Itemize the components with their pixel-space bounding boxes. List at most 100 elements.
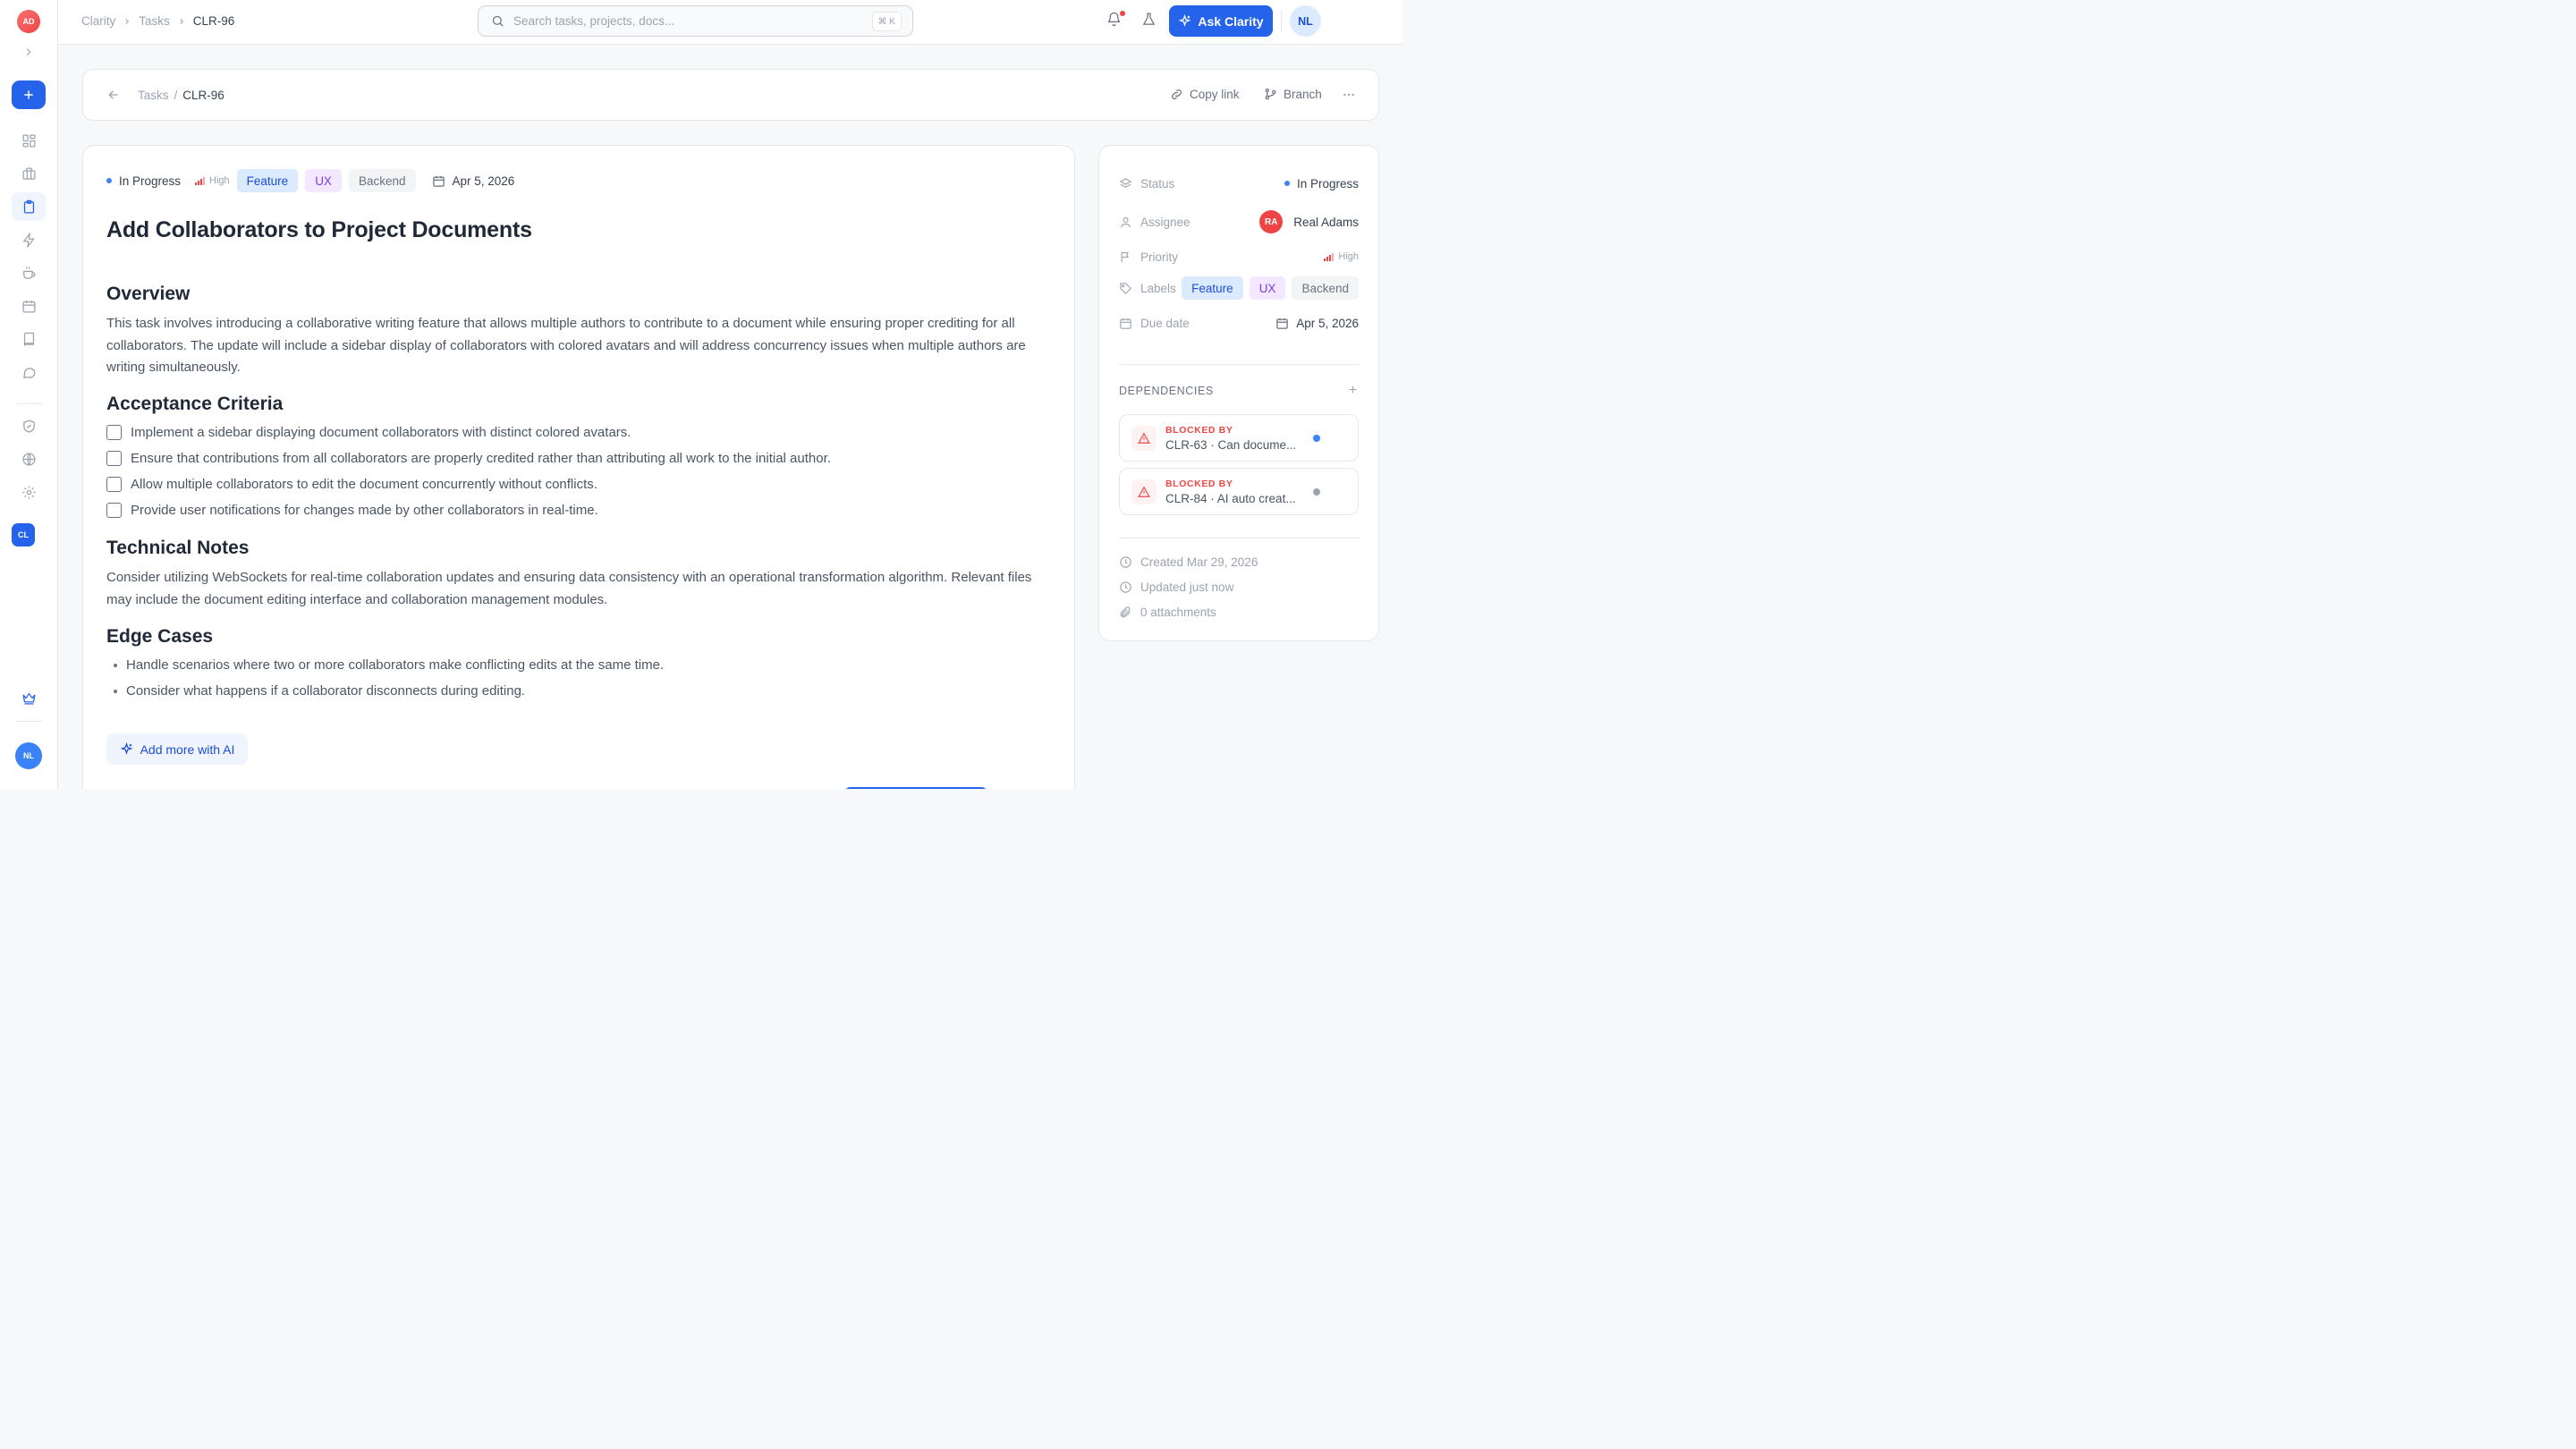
task-title[interactable]: Add Collaborators to Project Documents — [106, 217, 532, 243]
dependency-item[interactable]: BLOCKED BY CLR-63 · Can docume... — [1119, 414, 1359, 462]
user-avatar[interactable]: NL — [15, 742, 42, 769]
criteria-item: Allow multiple collaborators to edit the… — [106, 477, 597, 492]
due-date-label: Apr 5, 2026 — [452, 174, 515, 188]
app-logo[interactable]: AD — [17, 10, 40, 33]
updated-info: Updated just now — [1119, 580, 1233, 594]
overview-heading: Overview — [106, 284, 191, 304]
dependency-kind: BLOCKED BY — [1165, 478, 1233, 489]
chat-icon[interactable] — [12, 358, 46, 386]
attachments-info[interactable]: 0 attachments — [1119, 606, 1216, 619]
search-shortcut: ⌘ K — [871, 12, 902, 31]
status-property[interactable]: Status In Progress — [1119, 173, 1359, 194]
add-dependency-icon[interactable] — [1347, 384, 1359, 398]
criteria-checkbox[interactable] — [106, 477, 122, 492]
breadcrumb-item[interactable]: Clarity — [81, 14, 115, 28]
ask-clarity-button[interactable]: Ask Clarity — [1169, 5, 1273, 37]
status-property-label: Status — [1140, 176, 1175, 191]
assignee-property-label: Assignee — [1140, 215, 1191, 229]
search-bar[interactable]: ⌘ K — [478, 5, 913, 37]
clock-icon — [1120, 581, 1131, 593]
rail-divider — [16, 403, 42, 404]
breadcrumb-current: CLR-96 — [182, 89, 225, 102]
dependencies-header: DEPENDENCIES — [1119, 384, 1359, 398]
chevron-right-icon — [180, 18, 183, 24]
dependency-name: CLR-84 · AI auto creat... — [1165, 491, 1296, 505]
globe-icon[interactable] — [12, 445, 46, 473]
sparkle-icon — [120, 742, 133, 755]
tasks-icon[interactable] — [12, 192, 46, 221]
create-button[interactable] — [12, 80, 46, 109]
label-chip[interactable]: UX — [305, 169, 342, 192]
paperclip-icon — [1120, 606, 1131, 618]
clock-icon — [1120, 556, 1131, 568]
status-badge[interactable]: In Progress — [106, 174, 181, 188]
assignee-property[interactable]: Assignee RA Real Adams — [1119, 210, 1359, 233]
topbar-divider — [1281, 11, 1282, 32]
arrow-left-icon[interactable] — [106, 88, 121, 106]
priority-property-label: Priority — [1140, 250, 1179, 264]
assignee-avatar: RA — [1259, 210, 1284, 233]
calendar-icon — [432, 175, 445, 187]
breadcrumb-item[interactable]: Tasks — [138, 89, 169, 102]
warning-icon — [1131, 425, 1157, 451]
chevron-right-icon — [125, 18, 130, 24]
add-more-with-ai-button[interactable]: Add more with AI — [106, 733, 248, 765]
breadcrumb: Clarity Tasks CLR-96 — [81, 14, 234, 28]
bullet-icon — [114, 663, 117, 667]
more-icon[interactable] — [1342, 88, 1356, 102]
gear-icon[interactable] — [12, 478, 46, 506]
flag-icon — [1121, 251, 1129, 262]
criteria-checkbox[interactable] — [106, 425, 122, 440]
coffee-icon[interactable] — [12, 258, 46, 287]
priority-badge[interactable]: High — [195, 175, 230, 186]
labels-property[interactable]: Labels Feature UX Backend — [1119, 276, 1359, 300]
breadcrumb-item[interactable]: Tasks — [139, 14, 170, 28]
criteria-checkbox[interactable] — [106, 503, 122, 518]
crown-icon[interactable] — [12, 683, 46, 712]
breadcrumb-separator: / — [174, 89, 178, 102]
edge-case-item: Handle scenarios where two or more colla… — [114, 657, 664, 673]
updated-label: Updated just now — [1140, 580, 1234, 594]
notification-dot — [1120, 11, 1125, 16]
overview-text: This task involves introducing a collabo… — [106, 316, 1026, 375]
due-date-property-value: Apr 5, 2026 — [1296, 316, 1359, 330]
warning-icon — [1131, 479, 1157, 504]
workspace-badge[interactable]: CL — [12, 523, 35, 547]
edge-case-item: Consider what happens if a collaborator … — [114, 683, 525, 699]
status-dot — [106, 178, 112, 183]
copy-link-button[interactable]: Copy link — [1170, 88, 1240, 101]
automations-icon[interactable] — [12, 225, 46, 254]
criteria-checkbox[interactable] — [106, 451, 122, 466]
projects-icon[interactable] — [12, 159, 46, 188]
due-date[interactable]: Apr 5, 2026 — [432, 174, 515, 188]
git-branch-icon — [1265, 88, 1276, 100]
due-date-property[interactable]: Due date Apr 5, 2026 — [1119, 312, 1359, 334]
flask-icon[interactable] — [1141, 12, 1157, 31]
breadcrumb-current: CLR-96 — [192, 14, 235, 28]
copy-link-label: Copy link — [1190, 88, 1240, 101]
app-root: AD CL NL Clarity Tasks CLR-96 Search tas… — [0, 0, 1402, 789]
edge-cases-heading: Edge Cases — [106, 626, 214, 647]
properties-panel: Status In Progress Assignee RA Real Adam… — [1098, 145, 1379, 641]
search-input[interactable] — [513, 14, 853, 28]
rail-divider — [16, 721, 42, 722]
task-meta: In Progress High Feature UX Backend Apr … — [106, 169, 514, 192]
label-chip[interactable]: Feature — [236, 169, 299, 192]
primary-action-button[interactable] — [843, 787, 988, 789]
label-chip[interactable]: Backend — [1292, 276, 1359, 300]
expand-rail-icon[interactable] — [12, 38, 46, 66]
label-chip[interactable]: Feature — [1182, 276, 1243, 300]
branch-button[interactable]: Branch — [1264, 88, 1322, 101]
label-chip[interactable]: Backend — [348, 169, 416, 192]
label-chip[interactable]: UX — [1249, 276, 1286, 300]
calendar-icon[interactable] — [12, 292, 46, 320]
user-avatar[interactable]: NL — [1290, 5, 1321, 37]
dashboard-icon[interactable] — [12, 126, 46, 155]
shield-icon[interactable] — [12, 411, 46, 440]
created-label: Created Mar 29, 2026 — [1140, 555, 1258, 569]
dependency-item[interactable]: BLOCKED BY CLR-84 · AI auto creat... — [1119, 468, 1359, 515]
criteria-text: Implement a sidebar displaying document … — [131, 425, 631, 440]
criteria-item: Ensure that contributions from all colla… — [106, 451, 831, 466]
docs-icon[interactable] — [12, 325, 46, 353]
priority-property[interactable]: Priority High — [1119, 246, 1359, 267]
